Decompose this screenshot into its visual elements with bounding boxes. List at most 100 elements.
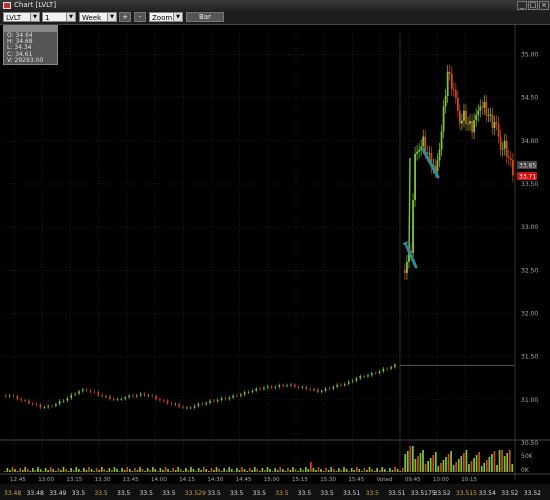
candle-body — [259, 388, 261, 390]
volume-bar — [327, 470, 330, 472]
bottom-price-label: 33.5 — [117, 490, 131, 497]
volume-bar — [42, 471, 44, 472]
bottom-price-label: 33.52 — [524, 490, 541, 497]
chevron-down-icon[interactable]: ▼ — [107, 13, 116, 21]
volume-bar — [317, 467, 320, 472]
volume-bar — [200, 470, 203, 472]
candle-body — [332, 386, 335, 389]
candle-body — [481, 106, 484, 108]
candle-body — [162, 400, 165, 402]
bottom-price-label: 33.5 — [366, 490, 380, 497]
candle-body — [31, 403, 34, 405]
zoom-select[interactable]: Zoom ▼ — [149, 12, 183, 22]
maximize-button[interactable]: □ — [528, 1, 538, 10]
time-tick-label: 13:00 — [38, 477, 54, 483]
chevron-down-icon[interactable]: ▼ — [173, 13, 182, 21]
volume-bar — [126, 467, 129, 472]
bottom-price-label: 33.51 — [388, 490, 405, 497]
range-select[interactable]: Week ▼ — [79, 12, 117, 22]
price-tick-label: 33.50 — [521, 181, 538, 188]
volume-bar — [266, 467, 269, 472]
candle-body — [232, 395, 234, 398]
volume-bar — [348, 471, 350, 472]
volume-bar — [213, 470, 215, 472]
bottom-price-label: 33.515 — [456, 490, 477, 497]
time-tick-label: 10:00 — [433, 477, 449, 483]
candle-body — [182, 406, 184, 408]
candle-body — [58, 401, 61, 405]
candle-body — [463, 110, 465, 121]
volume-bar — [192, 469, 195, 472]
price-tick-label: 33.00 — [521, 224, 538, 231]
bottom-price-label: 33.52 — [501, 490, 518, 497]
volume-bar — [389, 468, 391, 472]
volume-bar — [340, 470, 343, 472]
candle-body — [213, 400, 215, 402]
volume-bar — [488, 457, 491, 472]
chevron-down-icon[interactable]: ▼ — [66, 13, 75, 21]
volume-bar — [228, 467, 231, 472]
app-icon — [3, 2, 11, 9]
zoom-in-button[interactable]: + — [119, 12, 131, 22]
candle-body — [467, 123, 469, 125]
volume-bar — [330, 467, 333, 472]
candle-body — [109, 396, 111, 399]
volume-bar — [113, 467, 116, 472]
candle-body — [105, 396, 107, 398]
chevron-down-icon[interactable]: ▼ — [30, 13, 39, 21]
candle-body — [43, 407, 46, 408]
candle-body — [220, 398, 223, 400]
volume-bar — [440, 463, 442, 472]
volume-bar — [93, 471, 95, 472]
candle-body — [74, 393, 76, 395]
price-tick-label: 35.00 — [521, 52, 538, 59]
candle-body — [340, 384, 342, 386]
candle-body — [495, 122, 498, 124]
bar-button[interactable]: Bar — [186, 12, 224, 22]
volume-bar — [98, 470, 101, 472]
volume-bar — [88, 467, 90, 472]
candle-body — [374, 373, 377, 374]
volume-bar — [215, 467, 218, 472]
candle-body — [414, 153, 416, 201]
candle-body — [503, 140, 506, 149]
volume-bar — [274, 468, 276, 472]
volume-bar — [381, 467, 384, 472]
volume-bar — [292, 467, 294, 472]
candle-body — [186, 407, 188, 409]
zoom-out-button[interactable]: - — [134, 12, 146, 22]
symbol-select[interactable]: LVLT ▼ — [3, 12, 40, 22]
candle-body — [442, 106, 445, 132]
minimize-button[interactable]: _ — [517, 1, 527, 10]
volume-bar — [350, 468, 353, 472]
volume-bar — [332, 469, 335, 472]
bottom-price-label: 33.5 — [207, 490, 221, 497]
close-button[interactable]: × — [539, 1, 549, 10]
price-chart[interactable]: 35.00 34.50 34.00 33.50 33.00 32.50 32.00 31.50… — [0, 25, 550, 500]
candle-body — [155, 395, 157, 399]
volume-bar — [452, 465, 455, 472]
price-tick-label: 32.50 — [521, 267, 538, 274]
candle-body — [483, 102, 486, 108]
volume-bar — [57, 468, 60, 472]
volume-bar — [427, 461, 429, 472]
candle-body — [62, 400, 65, 402]
candle-body — [97, 392, 100, 396]
volume-bar — [279, 467, 282, 472]
candle-body — [501, 148, 504, 150]
volume-bar — [501, 450, 503, 472]
interval-select[interactable]: 1 minute ▼ — [42, 12, 76, 32]
bottom-price-label: 33.5175 — [411, 490, 436, 497]
bottom-price-label: 33.48 — [4, 490, 21, 497]
volume-bar — [468, 464, 470, 472]
candle-body — [336, 384, 338, 387]
bottom-price-label: 33.49 — [49, 490, 66, 497]
candle-body — [507, 156, 510, 159]
candle-body — [351, 380, 354, 382]
candle-body — [382, 368, 385, 372]
candle-body — [305, 386, 308, 390]
volume-bar — [238, 470, 241, 472]
volume-bar — [19, 468, 21, 472]
candle-body — [456, 97, 459, 111]
candle-body — [309, 389, 311, 390]
